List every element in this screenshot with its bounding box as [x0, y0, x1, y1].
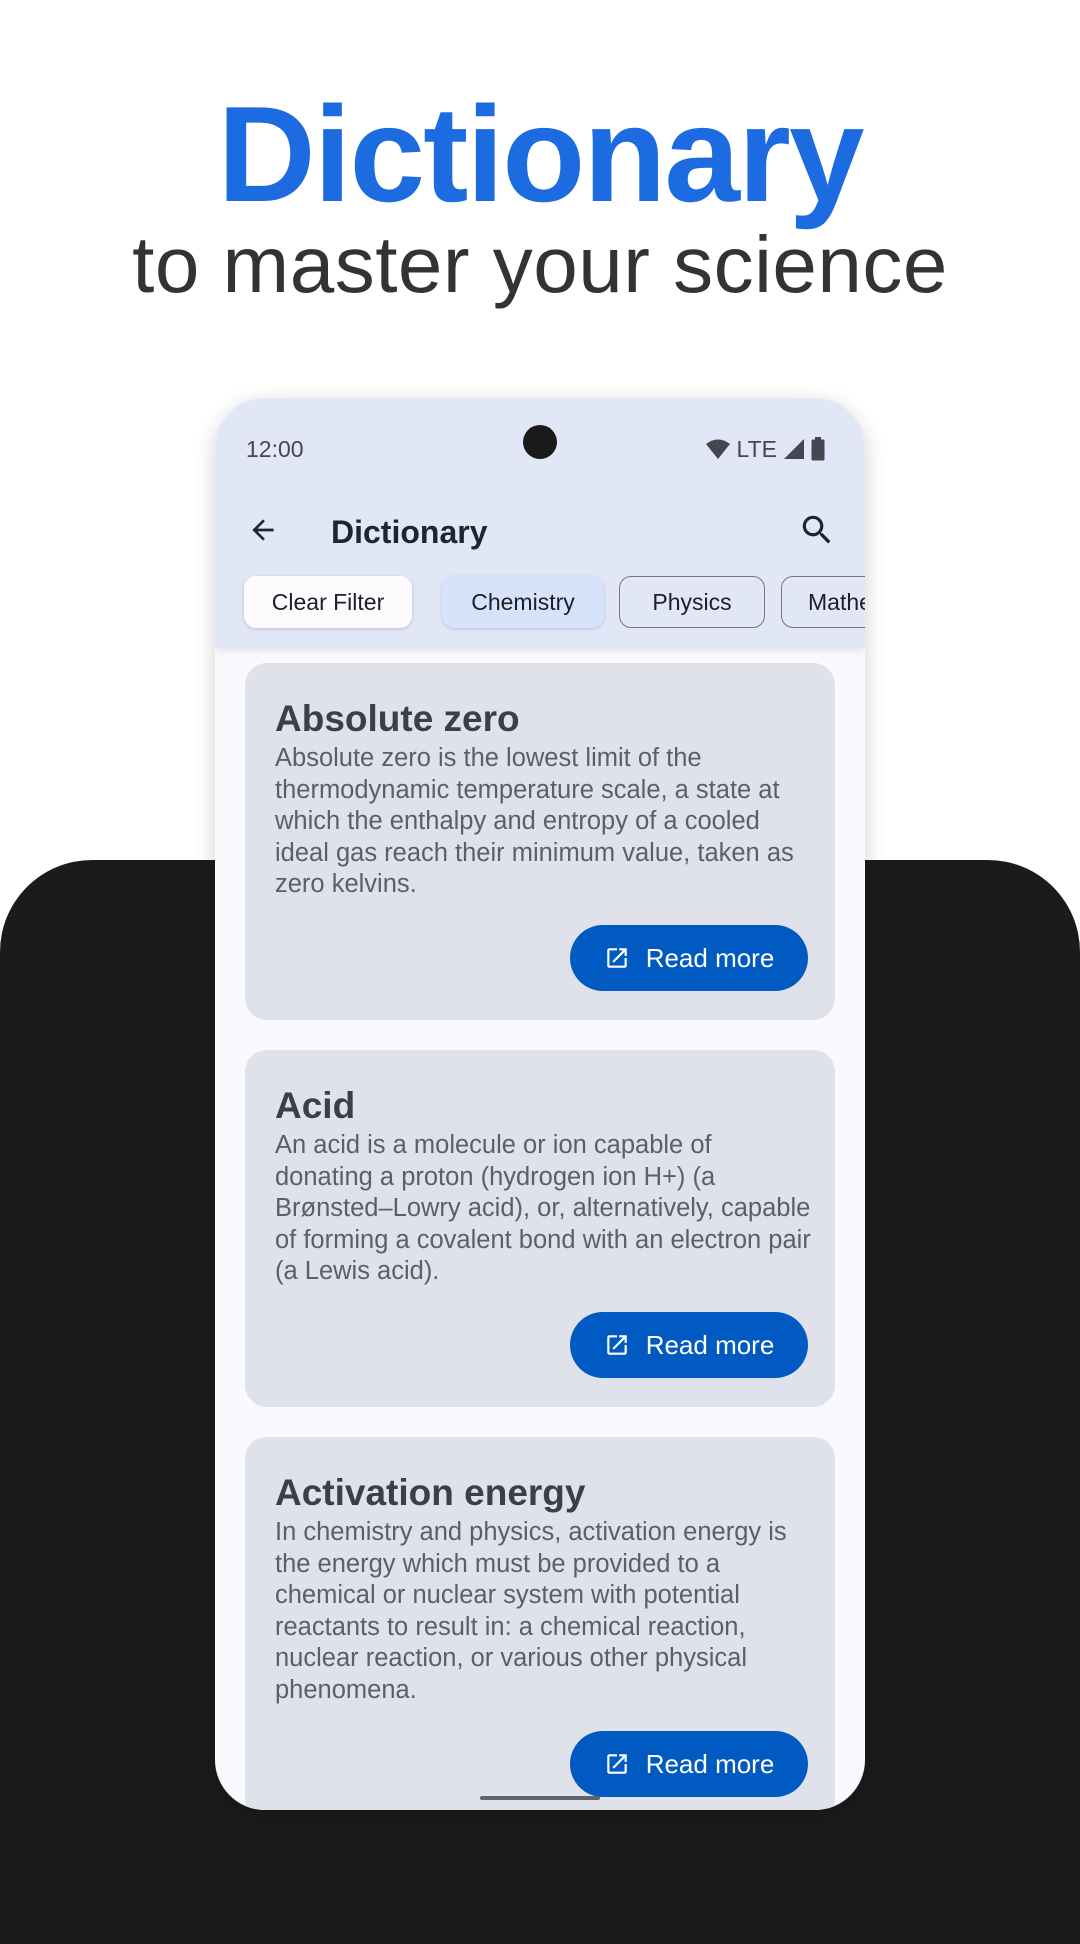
promo-subtitle: to master your science [132, 220, 948, 309]
entry-definition: Absolute zero is the lowest limit of the… [275, 744, 794, 898]
back-button[interactable] [235, 504, 291, 560]
entry-card: Absolute zero Absolute zero is the lowes… [245, 663, 835, 1020]
filter-chip-physics[interactable]: Physics [619, 576, 765, 628]
app-bar-title: Dictionary [331, 514, 488, 550]
read-more-button[interactable]: Read more [570, 1312, 808, 1378]
entry-definition: In chemistry and physics, activation ene… [275, 1518, 787, 1704]
entry-card: Activation energy In chemistry and physi… [245, 1437, 835, 1810]
status-icons: LTE [705, 434, 825, 464]
read-more-label: Read more [645, 1329, 775, 1360]
read-more-button[interactable]: Read more [570, 925, 808, 991]
camera-cutout [523, 425, 557, 459]
arrow-left-icon [247, 514, 279, 551]
clear-filter-chip[interactable]: Clear Filter [244, 576, 412, 628]
top-app-bar: 12:00 LTE Dictionary Clear Filter Chemis… [215, 398, 865, 648]
read-more-button[interactable]: Read more [570, 1731, 808, 1797]
entry-card: Acid An acid is a molecule or ion capabl… [245, 1050, 835, 1407]
entry-title: Absolute zero [275, 698, 520, 739]
status-time: 12:00 [246, 436, 304, 462]
filter-chip-mathematics[interactable]: Mathe [781, 576, 865, 628]
filter-chip-chemistry[interactable]: Chemistry [442, 576, 604, 628]
open-in-new-icon [604, 1751, 630, 1777]
network-type: LTE [736, 436, 777, 462]
promo-title: Dictionary [217, 78, 864, 230]
cellular-signal-icon [783, 438, 805, 460]
entry-title: Activation energy [275, 1472, 586, 1513]
wifi-icon [705, 438, 731, 460]
phone-frame: 12:00 LTE Dictionary Clear Filter Chemis… [215, 398, 865, 1810]
entry-definition: An acid is a molecule or ion capable of … [275, 1131, 811, 1285]
gesture-navigation-bar[interactable] [480, 1796, 600, 1800]
entry-title: Acid [275, 1085, 356, 1126]
search-button[interactable] [789, 504, 845, 560]
read-more-label: Read more [645, 942, 775, 973]
open-in-new-icon [604, 1332, 630, 1358]
battery-icon [811, 437, 825, 461]
search-icon [798, 511, 836, 554]
open-in-new-icon [604, 945, 630, 971]
read-more-label: Read more [645, 1748, 775, 1779]
filter-chip-row: Clear Filter Chemistry Physics Mathe [244, 576, 865, 628]
